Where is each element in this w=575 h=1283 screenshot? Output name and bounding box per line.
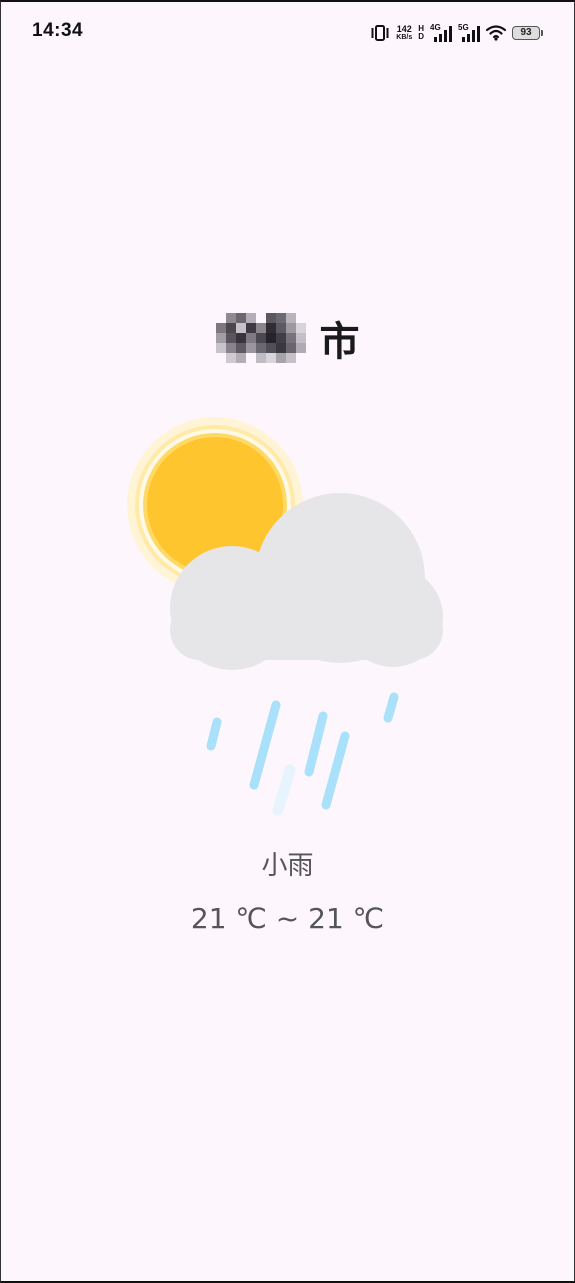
status-time: 14:34 [32, 20, 84, 41]
network-speed: 142 KB/s [396, 23, 413, 42]
battery-cap [541, 30, 543, 36]
network-speed-unit: KB/s [396, 33, 413, 41]
network-speed-value: 142 [396, 23, 412, 34]
vibrate-icon [370, 24, 390, 42]
battery-level: 93 [512, 26, 540, 40]
network-type-label: 4G [430, 23, 441, 32]
status-icons: 142 KB/s H D 4G 5G 93 [370, 22, 543, 44]
weather-condition: 小雨 [261, 851, 314, 881]
hd-voice-icon: H D [418, 25, 424, 41]
status-bar: 14:34 142 KB/s H D 4G 5G 93 [0, 0, 575, 62]
signal-icon: 4G [430, 23, 452, 43]
rain-icon [206, 692, 399, 816]
sun-cloud-rain-icon [0, 400, 575, 830]
signal-icon: 5G [458, 23, 480, 43]
battery-icon: 93 [512, 26, 543, 40]
hd-bottom-label: D [418, 32, 424, 41]
network-type-label: 5G [458, 23, 469, 32]
temperature-range: 21 ℃ ~ 21 ℃ [190, 902, 385, 935]
wifi-icon [486, 25, 506, 41]
city-title: 市 [0, 308, 575, 368]
city-suffix: 市 [319, 319, 360, 365]
redacted-city-name [215, 313, 316, 363]
